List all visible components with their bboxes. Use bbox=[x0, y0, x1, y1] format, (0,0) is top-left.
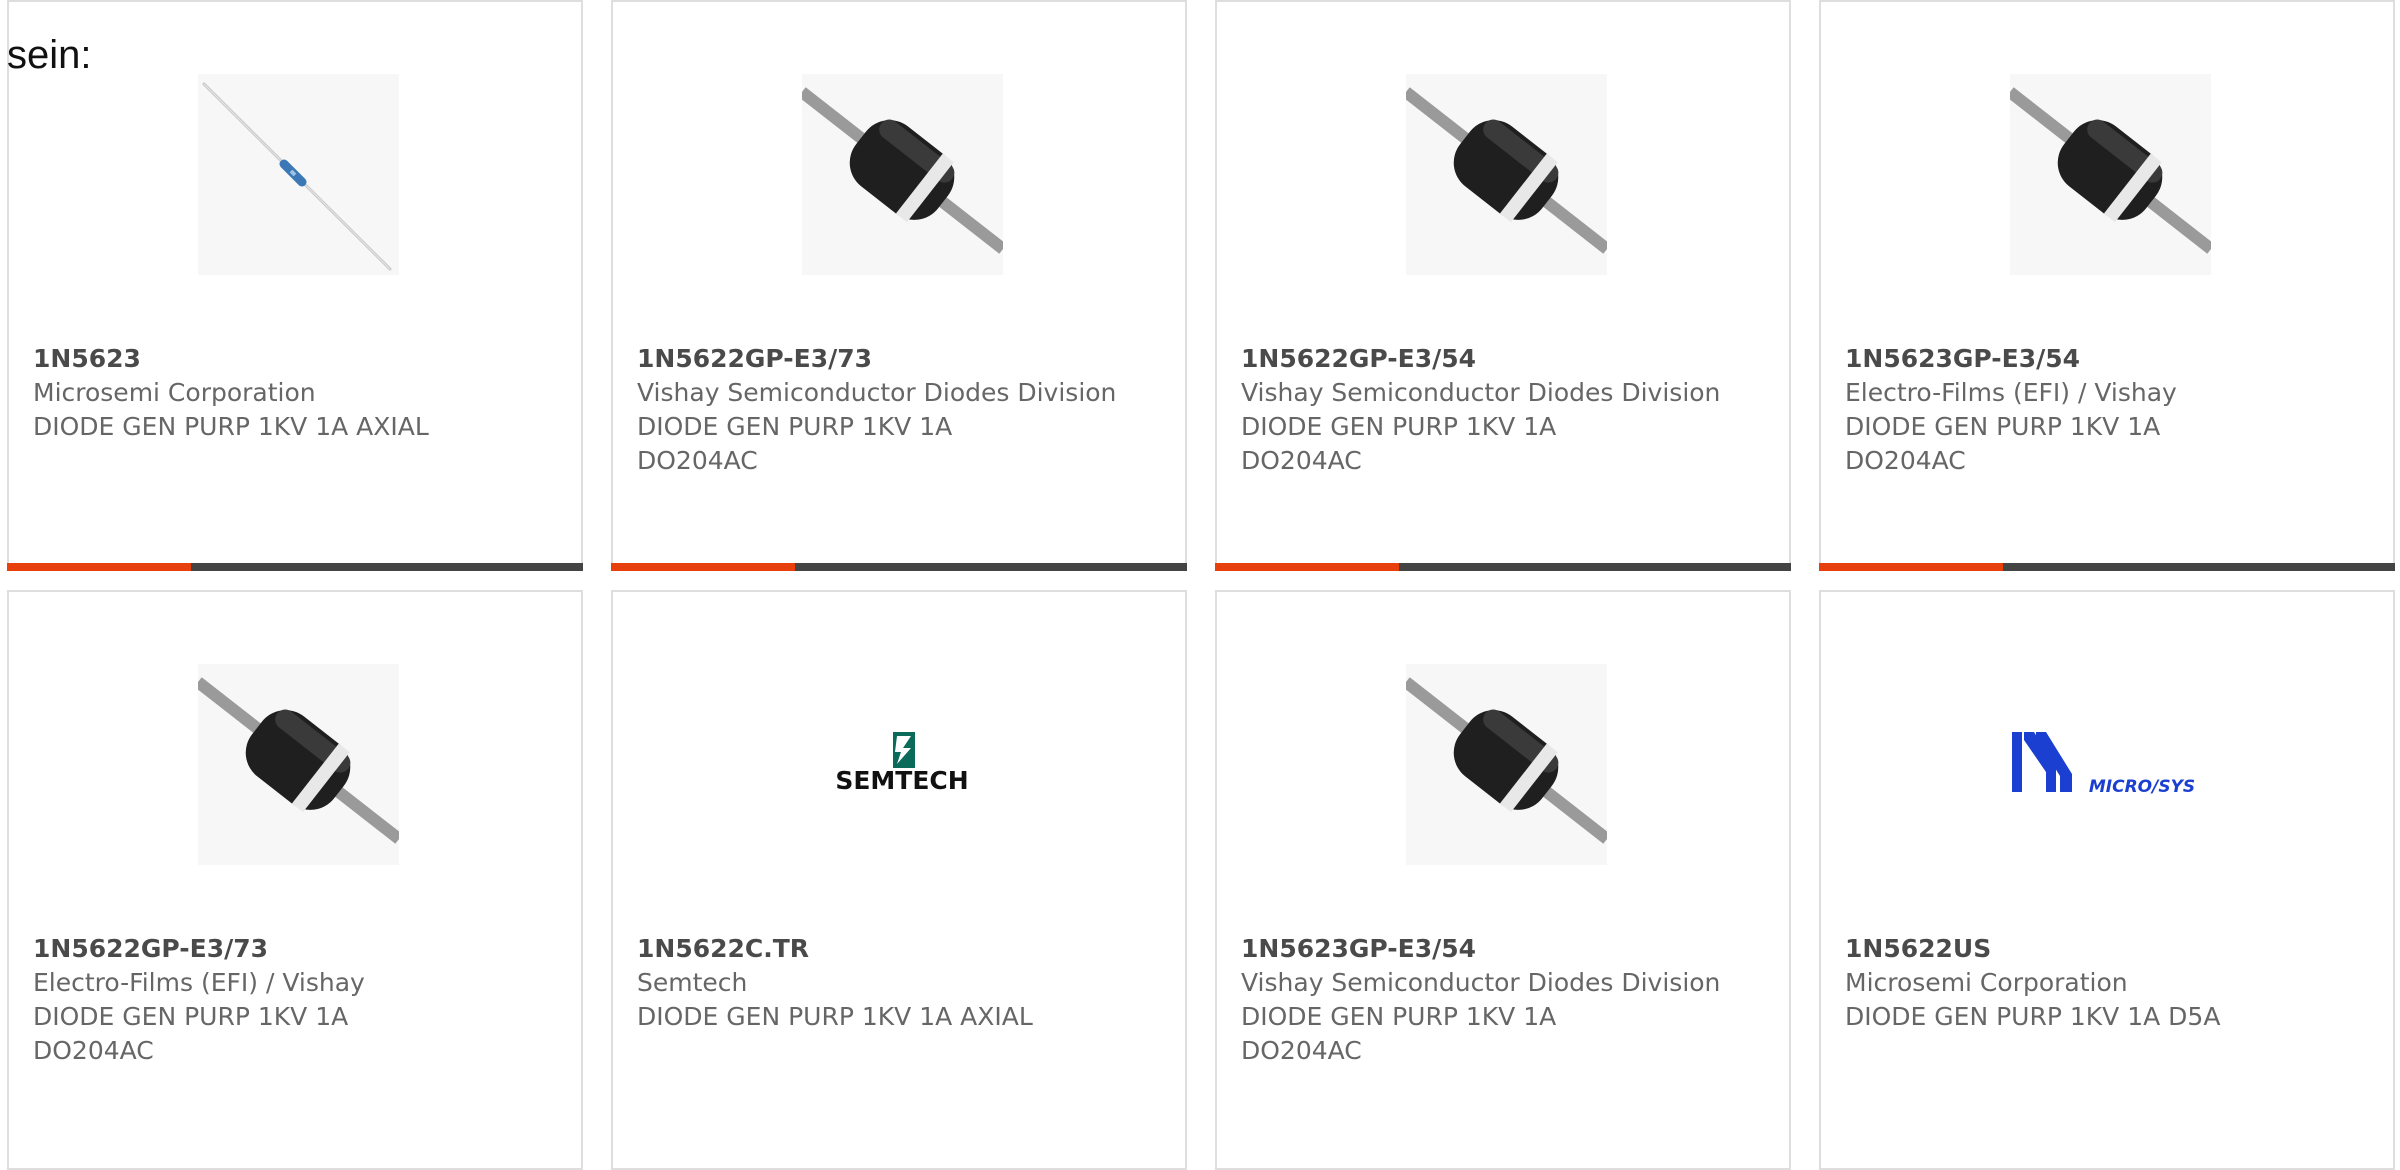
description-label: DIODE GEN PURP 1KV 1A D5A bbox=[1845, 1002, 2221, 1031]
description-label: DIODE GEN PURP 1KV 1A DO204AC bbox=[1241, 1002, 1557, 1065]
description-label: DIODE GEN PURP 1KV 1A DO204AC bbox=[1845, 412, 2161, 475]
manufacturer-label: Electro-Films (EFI) / Vishay bbox=[33, 968, 365, 997]
product-card[interactable]: 1N5623GP-E3/54 Vishay Semiconductor Diod… bbox=[1215, 590, 1791, 1170]
microsys-logo[interactable]: MICRO/SYS bbox=[2010, 664, 2211, 865]
manufacturer-label: Semtech bbox=[637, 968, 748, 997]
product-card[interactable]: MICRO/SYS 1N5622US Microsemi Corporation… bbox=[1819, 590, 2395, 1170]
black-axial-diode-icon[interactable] bbox=[802, 74, 1003, 275]
product-card[interactable]: SEMTECH 1N5622C.TR Semtech DIODE GEN PUR… bbox=[611, 590, 1187, 1170]
card-accent-bar bbox=[611, 563, 796, 571]
product-card[interactable]: 1N5622GP-E3/73 Vishay Semiconductor Diod… bbox=[611, 0, 1187, 571]
product-card[interactable]: 1N5623 Microsemi Corporation DIODE GEN P… bbox=[7, 0, 583, 571]
product-card[interactable]: 1N5622GP-E3/73 Electro-Films (EFI) / Vis… bbox=[7, 590, 583, 1170]
intro-text: sein: bbox=[7, 33, 92, 77]
black-axial-diode-icon[interactable] bbox=[1406, 664, 1607, 865]
black-axial-diode-icon[interactable] bbox=[198, 664, 399, 865]
manufacturer-label: Electro-Films (EFI) / Vishay bbox=[1845, 378, 2177, 407]
manufacturer-label: Vishay Semiconductor Diodes Division bbox=[637, 378, 1117, 407]
semtech-logo[interactable]: SEMTECH bbox=[802, 664, 1003, 865]
description-label: DIODE GEN PURP 1KV 1A DO204AC bbox=[637, 412, 953, 475]
manufacturer-label: Vishay Semiconductor Diodes Division bbox=[1241, 968, 1721, 997]
description-label: DIODE GEN PURP 1KV 1A AXIAL bbox=[33, 412, 429, 441]
card-accent-bar bbox=[7, 563, 192, 571]
part-number-link[interactable]: 1N5622US bbox=[1845, 932, 2373, 966]
card-footer-bar bbox=[611, 563, 1187, 571]
part-number-link[interactable]: 1N5623GP-E3/54 bbox=[1845, 342, 2373, 376]
svg-text:SEMTECH: SEMTECH bbox=[835, 766, 968, 795]
part-number-link[interactable]: 1N5622C.TR bbox=[637, 932, 1165, 966]
manufacturer-label: Microsemi Corporation bbox=[33, 378, 316, 407]
manufacturer-label: Microsemi Corporation bbox=[1845, 968, 2128, 997]
card-footer-bar bbox=[1819, 563, 2395, 571]
manufacturer-label: Vishay Semiconductor Diodes Division bbox=[1241, 378, 1721, 407]
black-axial-diode-icon[interactable] bbox=[2010, 74, 2211, 275]
card-footer-bar bbox=[7, 563, 583, 571]
description-label: DIODE GEN PURP 1KV 1A AXIAL bbox=[637, 1002, 1033, 1031]
product-card[interactable]: 1N5622GP-E3/54 Vishay Semiconductor Diod… bbox=[1215, 0, 1791, 571]
description-label: DIODE GEN PURP 1KV 1A DO204AC bbox=[1241, 412, 1557, 475]
part-number-link[interactable]: 1N5623GP-E3/54 bbox=[1241, 932, 1769, 966]
part-number-link[interactable]: 1N5622GP-E3/54 bbox=[1241, 342, 1769, 376]
part-number-link[interactable]: 1N5622GP-E3/73 bbox=[637, 342, 1165, 376]
black-axial-diode-icon[interactable] bbox=[1406, 74, 1607, 275]
svg-text:MICRO/SYS: MICRO/SYS bbox=[2089, 777, 2195, 797]
product-card[interactable]: 1N5623GP-E3/54 Electro-Films (EFI) / Vis… bbox=[1819, 0, 2395, 571]
part-number-link[interactable]: 1N5622GP-E3/73 bbox=[33, 932, 561, 966]
card-accent-bar bbox=[1819, 563, 2004, 571]
description-label: DIODE GEN PURP 1KV 1A DO204AC bbox=[33, 1002, 349, 1065]
thin-axial-diode-icon[interactable] bbox=[198, 74, 399, 275]
card-footer-bar bbox=[1215, 563, 1791, 571]
card-accent-bar bbox=[1215, 563, 1400, 571]
part-number-link[interactable]: 1N5623 bbox=[33, 342, 561, 376]
